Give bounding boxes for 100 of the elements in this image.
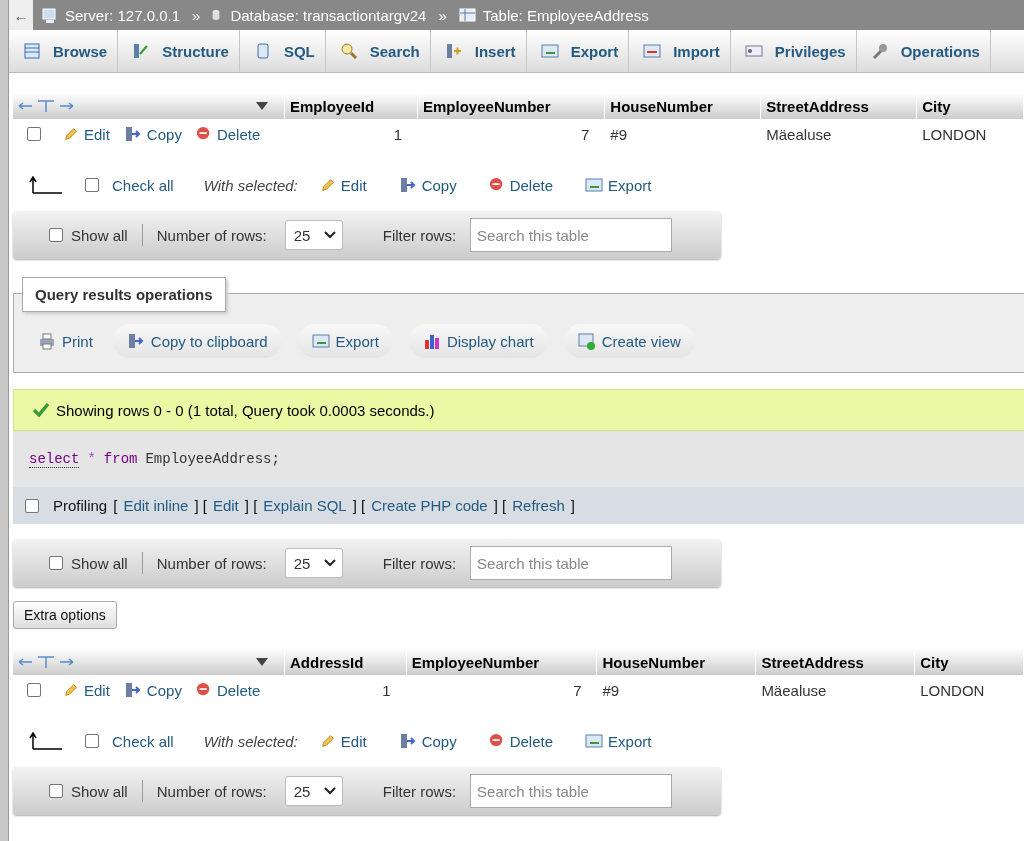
edit-link[interactable]: Edit [63,681,110,699]
delete-link[interactable]: Delete [195,125,261,143]
checkbox[interactable] [49,228,63,242]
dropdown-triangle-icon[interactable] [256,658,268,666]
copy-link[interactable]: Copy [123,681,182,699]
column-header[interactable]: HouseNumber [605,93,762,119]
row-checkbox[interactable] [27,127,41,141]
message-text: Showing rows 0 - 0 (1 total, Query took 0.0003 seconds.) [56,401,435,419]
table-icon [458,6,477,24]
copy-icon [398,732,417,750]
dropdown-triangle-icon[interactable] [256,102,268,110]
view-button[interactable]: Create view [563,324,695,358]
table-cell-text: 7 [572,680,583,701]
export-icon [540,42,559,60]
table-cell-text: LONDON [919,680,986,701]
edit-link[interactable]: Edit [63,125,110,143]
nav-tab[interactable]: Structure [118,30,240,72]
copy-icon [123,125,142,143]
table-icon [23,42,41,60]
column-header[interactable]: StreetAddress [761,93,918,119]
delete-icon [195,126,212,142]
copy-icon [123,681,142,699]
show-all-label: Show all [71,782,128,800]
nav-tab[interactable]: Search [325,30,431,72]
checkbox[interactable] [49,784,63,798]
rows-select[interactable]: 25 [284,220,343,250]
action-link[interactable]: Explain SQL [263,497,347,514]
column-header[interactable]: EmployeeId [285,93,418,119]
breadcrumb-link[interactable]: Server: 127.0.0.1 [41,6,181,24]
delete-icon [488,177,505,193]
breadcrumb-link[interactable]: Database: transactiontargv24 [212,6,427,24]
export-link[interactable]: Export [585,176,652,194]
edit-link[interactable]: Edit [319,732,367,750]
table-cell-text: #9 [609,124,628,145]
resize-arrows-icon[interactable] [18,655,74,669]
delete-icon [488,733,505,749]
nav-tab[interactable]: Import [629,30,731,72]
delete-link[interactable]: Delete [195,681,261,699]
structure-icon [132,42,151,60]
delete-link[interactable]: Delete [488,176,554,194]
search-field[interactable]: Search this table [470,774,673,808]
print-button[interactable]: Print [28,324,97,358]
bar-chart-icon [422,332,441,350]
row-checkbox[interactable] [27,683,41,697]
table-cell-text: Mäealuse [760,680,828,701]
column-header[interactable]: HouseNumber [597,649,757,675]
checkmark-icon [32,402,50,418]
column-header[interactable]: StreetAddress [756,649,916,675]
check-all-checkbox[interactable] [85,734,99,748]
nav-tab[interactable]: Operations [856,30,991,72]
filter-label: Filter rows: [382,226,457,244]
view-icon [577,332,596,350]
copy-link[interactable]: Copy [398,176,457,194]
nav-tab[interactable]: SQL [239,30,326,72]
nav-tab[interactable]: Privileges [730,30,857,72]
export-link[interactable]: Export [585,732,652,750]
copy-link[interactable]: Copy [398,732,457,750]
breadcrumb-link[interactable]: Table: EmployeeAddress [458,6,649,24]
show-all-label: Show all [71,226,128,244]
table-cell-text: 7 [579,124,591,145]
table-cell-text: #9 [601,680,621,701]
chart-button[interactable]: Display chart [408,324,548,358]
delete-link[interactable]: Delete [488,732,554,750]
bracket-text: ] [ [244,497,258,514]
bracket-text: ] [ [194,497,207,514]
column-header[interactable]: EmployeeNumber [418,93,606,119]
wrench-icon [870,42,889,60]
action-link[interactable]: Refresh [512,497,565,514]
copy-icon [126,332,145,350]
nav-tab[interactable]: Export [526,30,630,72]
action-link[interactable]: Create PHP code [371,497,488,514]
extra-options-button[interactable]: Extra options [13,601,117,629]
panel-title: Query results operations [22,277,226,312]
copy-link[interactable]: Copy [123,125,182,143]
action-link[interactable]: Edit [212,497,239,514]
action-link[interactable]: Edit inline [123,497,189,514]
column-header[interactable]: AddressId [285,649,407,675]
column-header[interactable]: City [917,93,1024,119]
resize-arrows-icon[interactable] [18,99,74,113]
search-field[interactable]: Search this table [470,218,673,252]
filter-label: Filter rows: [382,782,457,800]
copy-button[interactable]: Copy to clipboard [112,324,282,358]
sql-query: select * from EmployeeAddress; [13,431,1024,487]
copy-icon [398,176,417,194]
check-all-checkbox[interactable] [85,178,99,192]
rows-select[interactable]: 25 [284,776,343,806]
edit-link[interactable]: Edit [319,176,367,194]
checkbox[interactable] [49,556,63,570]
nav-tab[interactable]: Browse [9,30,119,72]
check-all-link[interactable]: Check all [112,732,174,750]
column-header[interactable]: City [915,649,1024,675]
check-all-link[interactable]: Check all [112,176,174,194]
profiling-checkbox[interactable] [25,498,39,513]
search-field[interactable]: Search this table [470,546,673,580]
with-selected-label: With selected: [203,732,298,750]
export-button[interactable]: Export [297,324,393,358]
table-cell-text: Mäealuse [765,124,833,145]
nav-tab[interactable]: Insert [430,30,527,72]
column-header[interactable]: EmployeeNumber [406,649,598,675]
rows-select[interactable]: 25 [284,548,343,578]
